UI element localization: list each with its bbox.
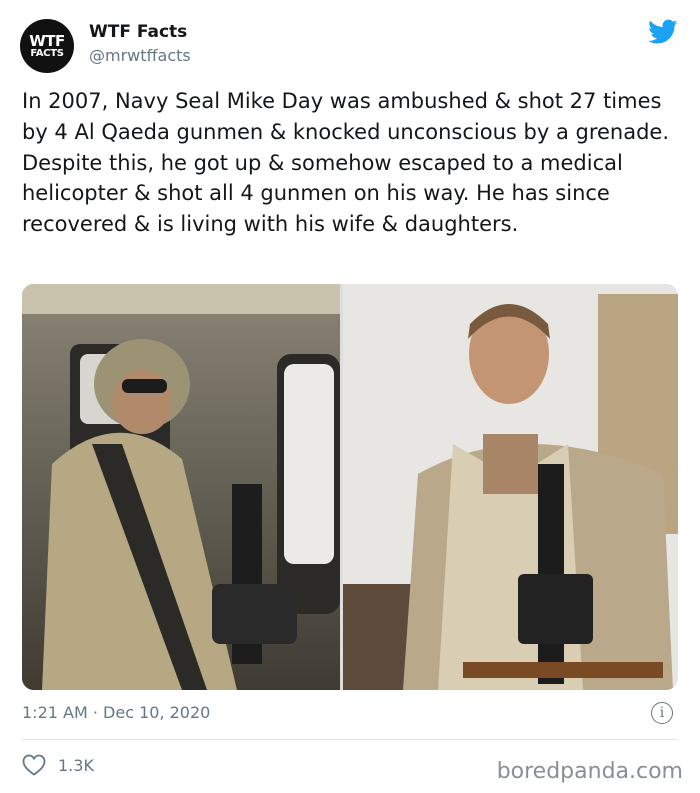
tweet-text: In 2007, Navy Seal Mike Day was ambushed… <box>22 89 670 237</box>
like-button[interactable]: 1.3K <box>22 754 94 776</box>
avatar-text-line2: FACTS <box>30 47 64 59</box>
watermark: boredpanda.com <box>496 759 683 784</box>
tweet-timestamp[interactable]: 1:21 AM · Dec 10, 2020 <box>22 703 210 722</box>
divider <box>22 739 678 740</box>
photo-soldier-portrait[interactable] <box>343 284 678 690</box>
twitter-bird-icon[interactable] <box>648 19 678 45</box>
photo-grid[interactable] <box>22 284 678 690</box>
photo-soldier-in-helicopter[interactable] <box>22 284 340 690</box>
avatar-text-line1: WTF <box>29 31 65 50</box>
display-name[interactable]: WTF Facts <box>89 22 187 42</box>
portrait-photo-art <box>343 284 678 690</box>
info-icon[interactable]: i <box>651 702 673 724</box>
heart-icon <box>22 754 46 776</box>
avatar[interactable]: WTF FACTS <box>20 19 74 73</box>
user-handle[interactable]: @mrwtffacts <box>89 46 191 65</box>
like-count: 1.3K <box>58 755 94 775</box>
helicopter-photo-art <box>22 284 340 690</box>
